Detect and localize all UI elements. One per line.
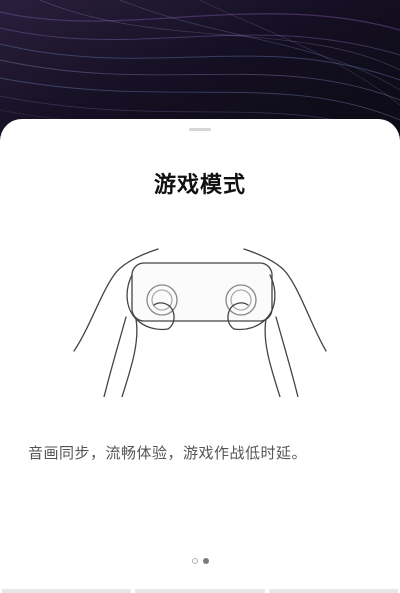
bottom-segment-middle[interactable] — [135, 589, 265, 593]
bottom-segment-right[interactable] — [268, 589, 398, 593]
game-mode-sheet: 游戏模式 音画同步，流畅体验，游戏作战低时延。 — [0, 119, 400, 593]
sheet-title: 游戏模式 — [153, 173, 246, 198]
bottom-segment-left[interactable] — [2, 589, 132, 593]
sheet-description: 音画同步，流畅体验，游戏作战低时延。 — [28, 444, 308, 462]
page-dot-1[interactable] — [191, 558, 198, 564]
page-indicator — [0, 558, 400, 568]
page-dot-2-active[interactable] — [202, 558, 209, 564]
hands-holding-phone-landscape-icon — [73, 248, 327, 397]
sheet-drag-handle[interactable] — [189, 128, 211, 131]
bottom-button-bar — [0, 589, 400, 593]
screen: 游戏模式 音画同步，流畅体验，游戏作战低时延。 — [0, 0, 400, 593]
